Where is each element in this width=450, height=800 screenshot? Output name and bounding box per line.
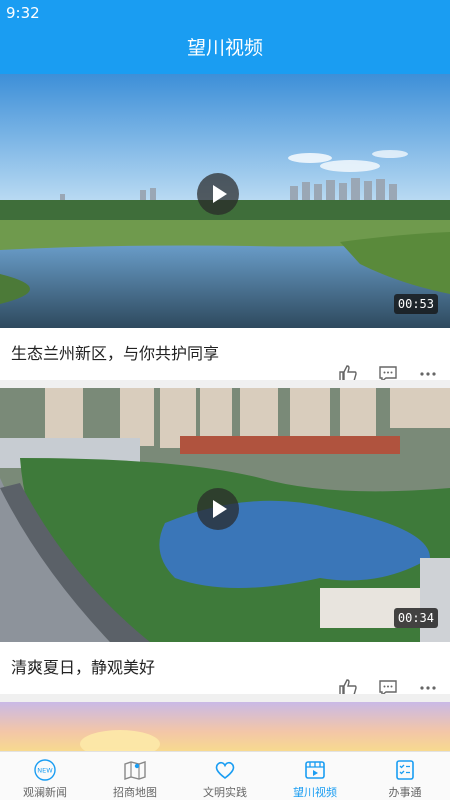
video-duration: 00:34 xyxy=(393,608,438,628)
video-title[interactable]: 生态兰州新区，与你共护同享 xyxy=(11,340,219,364)
tab-label: 观澜新闻 xyxy=(23,786,67,799)
svg-text:NEW: NEW xyxy=(37,767,53,775)
tab-services[interactable]: 办事通 xyxy=(360,752,450,800)
tab-map[interactable]: 招商地图 xyxy=(90,752,180,800)
news-icon: NEW xyxy=(34,759,56,781)
video-icon xyxy=(305,761,325,779)
sunset-scene-image xyxy=(0,702,450,751)
video-thumbnail[interactable] xyxy=(0,702,450,751)
divider xyxy=(0,380,450,388)
heart-icon xyxy=(215,761,235,780)
video-thumbnail[interactable]: 00:53 xyxy=(0,74,450,328)
tab-label: 望川视频 xyxy=(293,786,337,799)
video-thumbnail[interactable]: 00:34 xyxy=(0,388,450,642)
video-title[interactable]: 清爽夏日，静观美好 xyxy=(11,654,155,678)
bottom-tab-bar: NEW 观澜新闻 招商地图 文明实践 望川视频 办事通 xyxy=(0,751,450,800)
divider xyxy=(0,694,450,702)
page-title: 望川视频 xyxy=(186,37,263,59)
checklist-icon xyxy=(396,760,414,780)
play-button[interactable] xyxy=(197,173,239,215)
header-bar: 望川视频 xyxy=(0,26,450,74)
play-button[interactable] xyxy=(197,488,239,530)
tab-civility[interactable]: 文明实践 xyxy=(180,752,270,800)
map-icon xyxy=(124,761,146,780)
video-duration: 00:53 xyxy=(393,294,438,314)
tab-label: 招商地图 xyxy=(113,786,157,799)
tab-video[interactable]: 望川视频 xyxy=(270,752,360,800)
video-feed[interactable]: 00:53 生态兰州新区，与你共护同享 00:34 清爽夏日，静观美好 xyxy=(0,74,450,751)
tab-label: 文明实践 xyxy=(203,786,247,799)
tab-label: 办事通 xyxy=(388,786,422,799)
tab-news[interactable]: NEW 观澜新闻 xyxy=(0,752,90,800)
status-bar: 9:32 xyxy=(0,0,450,26)
status-time: 9:32 xyxy=(6,4,40,22)
